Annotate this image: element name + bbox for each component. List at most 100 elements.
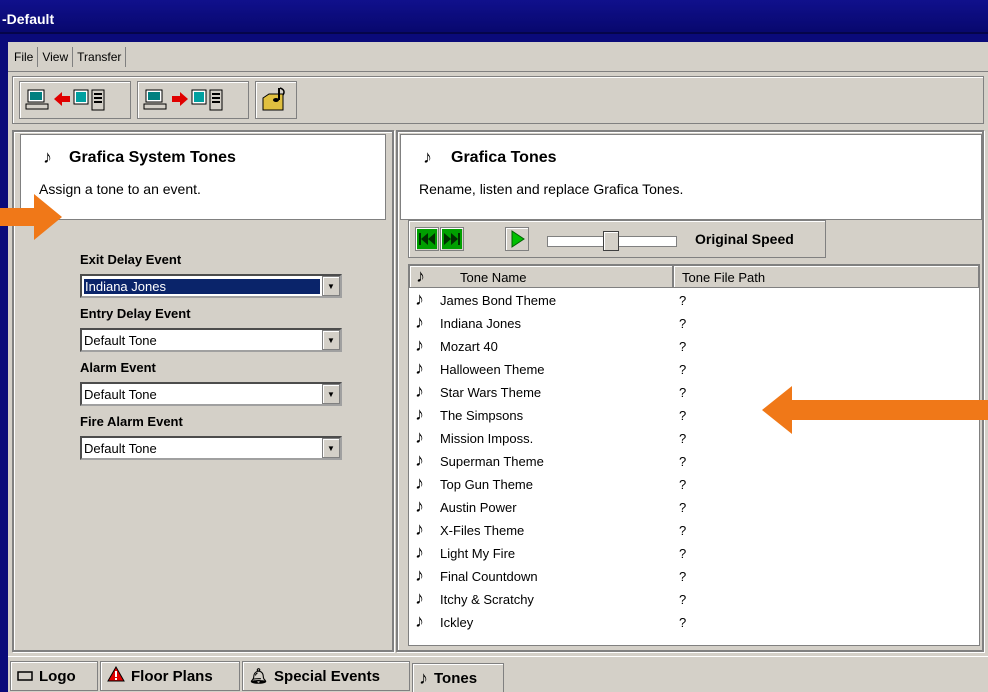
tone-name: Top Gun Theme <box>440 477 533 492</box>
music-note-icon: ♪ <box>415 611 424 631</box>
chevron-down-icon[interactable]: ▼ <box>322 384 340 404</box>
exit-delay-label: Exit Delay Event <box>80 252 182 267</box>
play-icon <box>511 230 525 248</box>
tone-path: ? <box>679 615 687 630</box>
fire-alarm-label: Fire Alarm Event <box>80 414 183 429</box>
table-row[interactable]: ♪ Final Countdown? <box>409 565 979 588</box>
chevron-down-icon[interactable]: ▼ <box>322 330 340 350</box>
tab-tones[interactable]: ♪ Tones <box>412 663 504 692</box>
music-note-icon: ♪ <box>415 542 424 562</box>
bell-icon: 🔔︎ <box>249 668 269 685</box>
music-note-icon: ♪ <box>43 147 52 167</box>
music-note-icon: ♪ <box>415 335 424 355</box>
system-tones-panel: ♪ Grafica System Tones Assign a tone to … <box>12 130 394 652</box>
music-note-icon: ♪ <box>423 147 432 167</box>
table-row[interactable]: ♪ James Bond Theme? <box>409 289 979 312</box>
tone-player: Original Speed <box>408 220 826 258</box>
entry-delay-label: Entry Delay Event <box>80 306 191 321</box>
entry-delay-value: Default Tone <box>84 333 157 348</box>
entry-delay-select[interactable]: Default Tone ▼ <box>80 328 342 352</box>
rewind-button[interactable] <box>415 227 439 251</box>
table-row[interactable]: ♪ Mozart 40? <box>409 335 979 358</box>
title-bar: -Default <box>0 0 988 34</box>
tone-name: Austin Power <box>440 500 517 515</box>
music-note-icon: ♪ <box>416 266 425 286</box>
tone-path: ? <box>679 408 687 423</box>
tab-floor-plans-label: Floor Plans <box>131 667 213 685</box>
speed-slider-thumb[interactable] <box>603 231 619 251</box>
annotation-arrow-right <box>0 194 62 240</box>
fast-forward-button[interactable] <box>440 227 464 251</box>
table-row[interactable]: ♪ Ickley? <box>409 611 979 634</box>
menu-file[interactable]: File <box>10 46 39 67</box>
annotation-arrow-left <box>762 386 988 434</box>
grafica-tones-description: Rename, listen and replace Grafica Tones… <box>419 181 684 197</box>
tone-path: ? <box>679 546 687 561</box>
client-area: File View Transfer ♪ Grafica System Tone… <box>8 42 988 692</box>
chevron-down-icon[interactable]: ▼ <box>322 438 340 458</box>
tone-name: Final Countdown <box>440 569 538 584</box>
music-note-icon: ♪ <box>415 358 424 378</box>
upload-group <box>137 81 249 119</box>
tab-logo-label: Logo <box>39 667 76 685</box>
tone-path: ? <box>679 316 687 331</box>
alarm-select[interactable]: Default Tone ▼ <box>80 382 342 406</box>
toolbar <box>12 76 984 124</box>
music-note-icon: ♪ <box>415 588 424 608</box>
tone-name: Superman Theme <box>440 454 544 469</box>
table-row[interactable]: ♪ X-Files Theme? <box>409 519 979 542</box>
tone-path: ? <box>679 592 687 607</box>
tone-name: Light My Fire <box>440 546 516 561</box>
tone-path-header[interactable]: Tone File Path <box>673 265 979 288</box>
music-note-icon: ♪ <box>415 427 424 447</box>
table-row[interactable]: ♪ Halloween Theme? <box>409 358 979 381</box>
tone-path: ? <box>679 454 687 469</box>
alarm-value: Default Tone <box>84 387 157 402</box>
speed-label: Original Speed <box>695 231 794 247</box>
tone-path: ? <box>679 339 687 354</box>
tone-name: Mozart 40 <box>440 339 498 354</box>
system-tones-header: ♪ Grafica System Tones Assign a tone to … <box>20 134 386 220</box>
tab-floor-plans[interactable]: Floor Plans <box>100 661 240 691</box>
tone-name: Indiana Jones <box>440 316 521 331</box>
music-note-icon: ♪ <box>415 496 424 516</box>
tone-name: X-Files Theme <box>440 523 525 538</box>
open-folder-note-icon <box>262 87 285 111</box>
music-note-icon: ♪ <box>415 473 424 493</box>
tone-name: James Bond Theme <box>440 293 557 308</box>
music-note-icon: ♪ <box>415 381 424 401</box>
open-tone-button[interactable] <box>261 86 289 114</box>
rewind-icon <box>417 229 437 249</box>
table-row[interactable]: ♪ Itchy & Scratchy? <box>409 588 979 611</box>
tab-special-events[interactable]: 🔔︎ Special Events <box>242 661 410 691</box>
logo-icon <box>17 668 33 685</box>
upload-to-panel-button[interactable] <box>142 86 246 114</box>
table-row[interactable]: ♪ Indiana Jones? <box>409 312 979 335</box>
table-row[interactable]: ♪ Superman Theme? <box>409 450 979 473</box>
open-group <box>255 81 297 119</box>
fast-forward-icon <box>442 229 462 249</box>
tone-path: ? <box>679 293 687 308</box>
menu-view[interactable]: View <box>38 46 74 67</box>
tone-path: ? <box>679 500 687 515</box>
menu-transfer[interactable]: Transfer <box>73 46 127 67</box>
tone-name-header[interactable]: ♪ Tone Name <box>409 265 673 288</box>
play-button[interactable] <box>505 227 529 251</box>
tab-tones-label: Tones <box>434 670 478 687</box>
exit-delay-select[interactable]: Indiana Jones ▼ <box>80 274 342 298</box>
download-from-panel-button[interactable] <box>24 86 128 114</box>
tab-bar: Logo Floor Plans 🔔︎ Special Events ♪ Ton… <box>8 656 988 692</box>
chevron-down-icon[interactable]: ▼ <box>322 276 340 296</box>
table-row[interactable]: ♪ Light My Fire? <box>409 542 979 565</box>
grafica-tones-header: ♪ Grafica Tones Rename, listen and repla… <box>400 134 982 220</box>
tone-path: ? <box>679 523 687 538</box>
fire-alarm-select[interactable]: Default Tone ▼ <box>80 436 342 460</box>
tone-path: ? <box>679 431 687 446</box>
tone-path: ? <box>679 385 687 400</box>
menu-bar: File View Transfer <box>8 42 988 72</box>
tab-logo[interactable]: Logo <box>10 661 98 691</box>
table-row[interactable]: ♪ Austin Power? <box>409 496 979 519</box>
table-row[interactable]: ♪ Top Gun Theme? <box>409 473 979 496</box>
music-note-icon: ♪ <box>415 565 424 585</box>
tone-name: Star Wars Theme <box>440 385 542 400</box>
